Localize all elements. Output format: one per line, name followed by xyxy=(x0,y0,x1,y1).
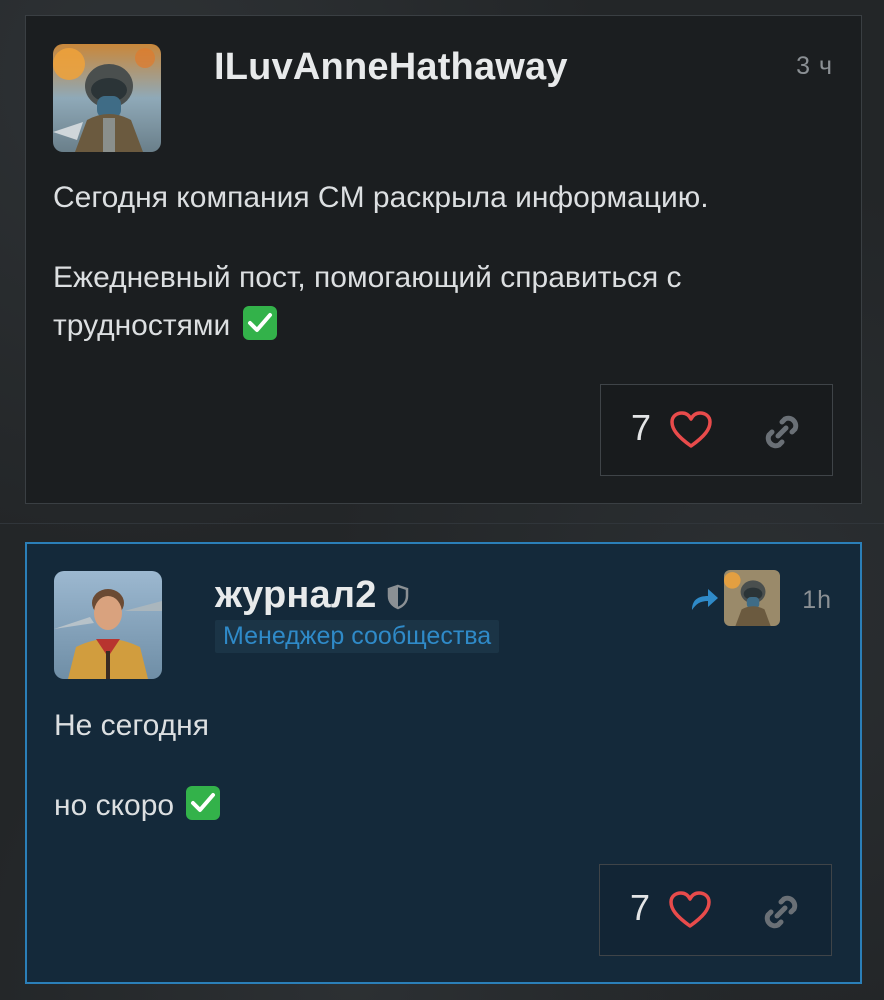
post-separator xyxy=(0,523,884,524)
heart-icon[interactable] xyxy=(669,410,713,455)
shield-icon xyxy=(387,584,409,615)
post-body: Сегодня компания CM раскрыла информацию.… xyxy=(53,174,833,382)
author-avatar[interactable] xyxy=(54,571,162,679)
post-timestamp: 1h xyxy=(802,586,832,614)
author-username[interactable]: журнал2 xyxy=(215,574,377,617)
link-icon[interactable] xyxy=(760,891,802,938)
post-actions: 7 xyxy=(599,864,832,956)
post-paragraph-with-emoji: но скоро xyxy=(54,782,832,830)
post-paragraph: Не сегодня xyxy=(54,709,209,742)
post-timestamp: 3 ч xyxy=(796,52,833,80)
post-paragraph: Ежедневный пост, помогающий справиться с… xyxy=(53,261,682,342)
check-mark-emoji xyxy=(186,786,221,820)
heart-icon[interactable] xyxy=(668,890,712,935)
role-badge: Менеджер сообщества xyxy=(215,620,500,653)
like-count: 7 xyxy=(631,407,652,448)
post-card: ILuvAnneHathaway 3 ч Сегодня компания CM… xyxy=(25,15,862,504)
post-paragraph-with-emoji: Ежедневный пост, помогающий справиться с… xyxy=(53,254,833,350)
post-paragraph: но скоро xyxy=(54,789,175,822)
author-avatar[interactable] xyxy=(53,44,161,152)
like-count: 7 xyxy=(630,887,651,928)
check-mark-emoji xyxy=(242,306,277,340)
reply-to-avatar[interactable] xyxy=(724,570,780,626)
post-paragraph: Сегодня компания CM раскрыла информацию. xyxy=(53,181,709,214)
post-card-highlighted: журнал2 Менеджер сообщества 1h Не сегодн… xyxy=(25,542,862,984)
post-actions: 7 xyxy=(600,384,833,476)
author-username[interactable]: ILuvAnneHathaway xyxy=(214,46,568,89)
link-icon[interactable] xyxy=(761,411,803,458)
reply-arrow-icon[interactable] xyxy=(688,586,720,617)
post-body: Не сегодня но скоро xyxy=(54,702,832,862)
